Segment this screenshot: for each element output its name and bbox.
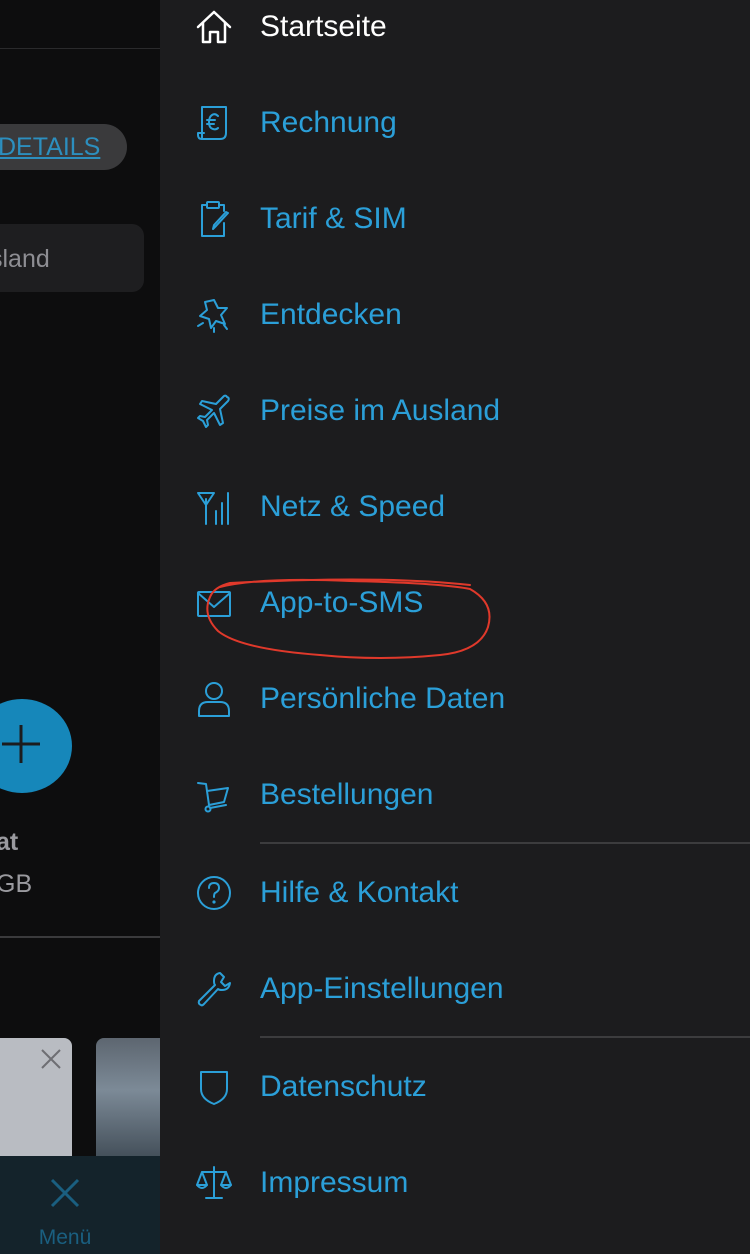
tab-bar: Menü [0, 1156, 160, 1254]
antenna-icon [197, 492, 229, 525]
menu-item-label: Persönliche Daten [260, 682, 506, 715]
background-app: DETAILS sland at GB Menü [0, 0, 160, 1254]
divider [0, 48, 160, 49]
annotation-circle [206, 578, 491, 659]
menu-item-rechnung[interactable]: Rechnung [160, 86, 750, 158]
menu-item-entdecken[interactable]: Entdecken [160, 278, 750, 350]
menu-item-hilfe-kontakt[interactable]: Hilfe & Kontakt [160, 856, 750, 928]
menu-item-app-einstellungen[interactable]: App-Einstellungen [160, 952, 750, 1024]
promo-card[interactable] [0, 1038, 72, 1168]
home-icon [196, 10, 232, 44]
shield-icon [200, 1071, 228, 1105]
wrench-icon [197, 972, 231, 1007]
menu-item-label: Hilfe & Kontakt [260, 876, 459, 909]
menu-item-label: Datenschutz [260, 1070, 427, 1103]
menu-item-startseite[interactable]: Startseite [160, 0, 750, 62]
invoice-euro-icon [197, 106, 227, 140]
promo-card-image[interactable] [96, 1038, 160, 1168]
menu-item-bestellungen[interactable]: Bestellungen [160, 758, 750, 830]
menu-item-persoenliche-daten[interactable]: Persönliche Daten [160, 662, 750, 734]
menu-item-label: Tarif & SIM [260, 202, 407, 235]
menu-item-label: Preise im Ausland [260, 394, 501, 427]
menu-item-netz-speed[interactable]: Netz & Speed [160, 470, 750, 542]
menu-item-preise-ausland[interactable]: Preise im Ausland [160, 374, 750, 446]
close-icon [50, 1178, 80, 1208]
plus-icon [2, 725, 40, 763]
details-button[interactable]: DETAILS [0, 124, 127, 170]
menu-divider [260, 1036, 750, 1038]
menu-divider [260, 842, 750, 844]
tab-menu[interactable]: Menü [0, 1156, 130, 1254]
star-badge-icon [197, 299, 228, 333]
menu-item-label: App-Einstellungen [260, 972, 504, 1005]
divider [0, 936, 160, 938]
user-icon [198, 682, 230, 717]
add-button[interactable] [0, 699, 72, 793]
airplane-icon [197, 394, 230, 428]
help-circle-icon [197, 876, 231, 910]
menu-item-label: Startseite [260, 10, 387, 43]
menu-item-datenschutz[interactable]: Datenschutz [160, 1050, 750, 1122]
tab-menu-label: Menü [38, 1226, 92, 1249]
ausland-field[interactable]: sland [0, 224, 144, 292]
scale-icon [196, 1166, 232, 1199]
clipboard-edit-icon [201, 201, 229, 237]
data-amount: GB [0, 870, 33, 898]
close-icon[interactable] [40, 1048, 62, 1070]
menu-item-impressum[interactable]: Impressum [160, 1146, 750, 1218]
menu-item-label: Entdecken [260, 298, 402, 331]
menu-item-label: Rechnung [260, 106, 397, 139]
menu-item-label: Netz & Speed [260, 490, 446, 523]
menu-item-label: Impressum [260, 1166, 409, 1199]
plan-label: at [0, 828, 19, 856]
menu-item-label: Bestellungen [260, 778, 434, 811]
menu-item-tarif-sim[interactable]: Tarif & SIM [160, 182, 750, 254]
cart-icon [197, 782, 229, 813]
